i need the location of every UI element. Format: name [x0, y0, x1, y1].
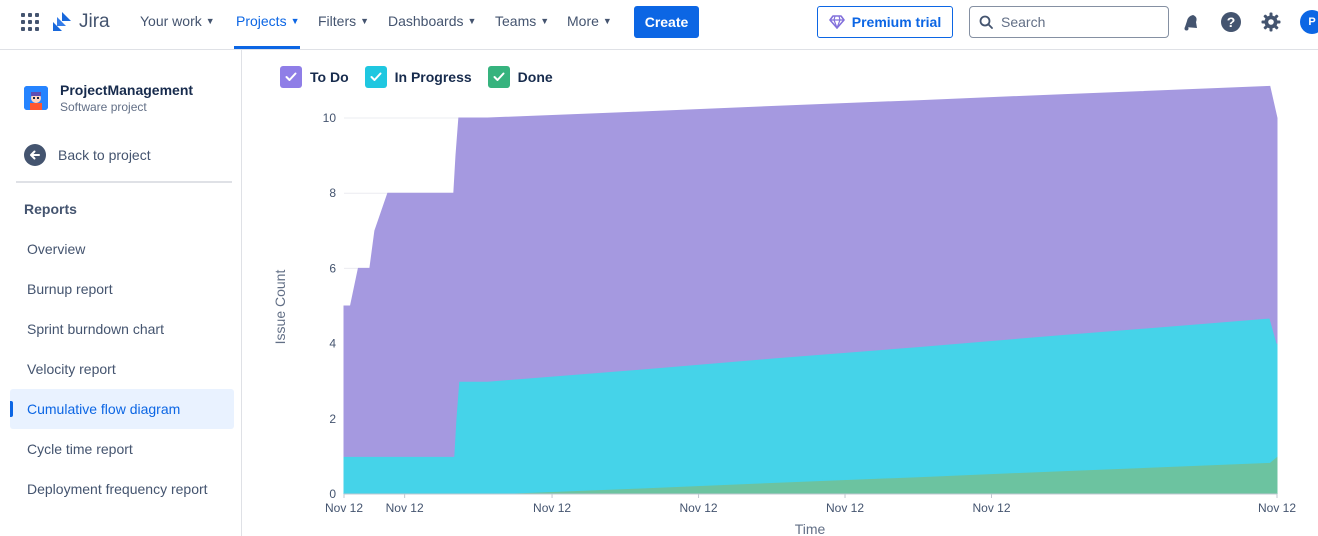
sidebar-item-sprint-burndown-chart[interactable]: Sprint burndown chart	[10, 309, 234, 349]
arrow-left-icon	[24, 144, 46, 166]
notifications-icon[interactable]	[1180, 11, 1202, 33]
reports-heading: Reports	[24, 201, 77, 217]
x-tick-label: Nov 12	[325, 501, 363, 515]
chevron-down-icon: ▼	[602, 16, 612, 26]
y-tick-label: 6	[329, 261, 336, 275]
y-tick-label: 0	[329, 487, 336, 501]
x-axis-label: Time	[795, 521, 826, 536]
back-to-project-label: Back to project	[58, 147, 151, 163]
premium-trial-button[interactable]: Premium trial	[817, 6, 953, 38]
project-name[interactable]: ProjectManagement	[60, 82, 193, 98]
cumulative-flow-chart: 0246810 Nov 12 Nov 12 Nov 12 Nov 12 Nov 12 No…	[272, 85, 1296, 536]
project-avatar-icon	[24, 86, 48, 110]
y-axis-label: Issue Count	[272, 270, 288, 345]
svg-text:?: ?	[1227, 14, 1236, 30]
nav-your-work[interactable]: Your work ▼	[140, 13, 215, 29]
x-tick-label: Nov 12	[826, 501, 864, 515]
y-tick-label: 8	[329, 186, 336, 200]
jira-logo[interactable]: Jira	[51, 11, 110, 33]
back-to-project-link[interactable]: Back to project	[24, 144, 151, 166]
sidebar-item-burnup-report[interactable]: Burnup report	[10, 269, 234, 309]
x-tick-label: Nov 12	[1258, 501, 1296, 515]
x-tick-label: Nov 12	[386, 501, 424, 515]
x-tick-label: Nov 12	[972, 501, 1010, 515]
x-tick-label: Nov 12	[680, 501, 718, 515]
search-input[interactable]	[1001, 14, 1161, 30]
app-switcher-icon[interactable]	[21, 13, 39, 31]
y-axis-ticks: 0 2 4 6 8 10	[323, 111, 337, 501]
chevron-down-icon: ▼	[540, 16, 550, 26]
sidebar: ProjectManagement Software project Back …	[0, 50, 242, 536]
sidebar-divider	[16, 181, 232, 183]
sidebar-item-velocity-report[interactable]: Velocity report	[10, 349, 234, 389]
sidebar-item-overview[interactable]: Overview	[10, 229, 234, 269]
help-icon[interactable]: ?	[1220, 11, 1242, 33]
top-navigation: Jira Your work ▼ Projects ▼ Filters ▼ Dashb…	[0, 0, 1318, 50]
search-box[interactable]	[969, 6, 1169, 38]
chevron-down-icon: ▼	[205, 16, 215, 26]
jira-icon	[53, 12, 71, 31]
x-axis-ticks: Nov 12 Nov 12 Nov 12 Nov 12 Nov 12 Nov 12 Nov …	[325, 494, 1296, 515]
nav-more[interactable]: More ▼	[567, 13, 612, 29]
sidebar-item-cumulative-flow-diagram[interactable]: Cumulative flow diagram	[10, 389, 234, 429]
chevron-down-icon: ▼	[467, 16, 477, 26]
y-tick-label: 10	[323, 111, 337, 125]
sidebar-item-deployment-frequency-report[interactable]: Deployment frequency report	[10, 469, 234, 509]
y-tick-label: 2	[329, 412, 336, 426]
y-tick-label: 4	[329, 337, 336, 351]
jira-logo-text: Jira	[79, 11, 110, 32]
settings-icon[interactable]	[1260, 11, 1282, 33]
nav-filters[interactable]: Filters ▼	[318, 13, 369, 29]
user-avatar[interactable]: P	[1300, 10, 1318, 34]
chevron-down-icon: ▼	[290, 16, 300, 26]
nav-active-indicator	[234, 46, 300, 49]
sidebar-item-cycle-time-report[interactable]: Cycle time report	[10, 429, 234, 469]
nav-teams[interactable]: Teams ▼	[495, 13, 549, 29]
project-type: Software project	[60, 100, 147, 114]
chart-areas	[343, 85, 1278, 495]
nav-projects[interactable]: Projects ▼	[236, 13, 300, 29]
create-button[interactable]: Create	[634, 6, 699, 38]
nav-dashboards[interactable]: Dashboards ▼	[388, 13, 476, 29]
chevron-down-icon: ▼	[360, 16, 370, 26]
x-tick-label: Nov 12	[533, 501, 571, 515]
diamond-icon	[828, 15, 845, 29]
search-icon	[979, 15, 993, 29]
